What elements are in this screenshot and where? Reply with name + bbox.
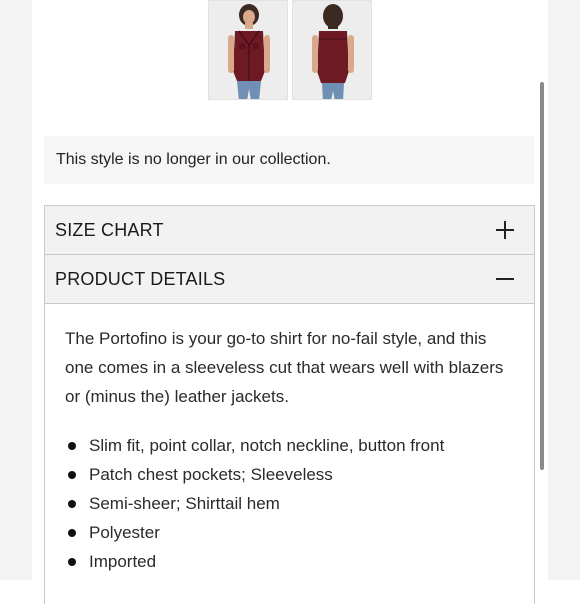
feature-item: Slim fit, point collar, notch neckline, … [65,431,514,460]
product-gallery [208,0,372,100]
product-thumbnail-front[interactable] [208,0,288,100]
scrollbar-thumb[interactable] [540,82,544,470]
bullet-icon [68,442,76,450]
bullet-icon [68,500,76,508]
product-thumbnail-back[interactable] [292,0,372,100]
size-chart-label: SIZE CHART [55,219,164,240]
product-description: The Portofino is your go-to shirt for no… [65,329,504,406]
discontinued-notice: This style is no longer in our collectio… [44,136,534,184]
feature-item: Polyester [65,518,514,547]
model-front-view [209,1,287,99]
bullet-icon [68,471,76,479]
bullet-icon [68,558,76,566]
feature-item: Semi-sheer; Shirttail hem [65,489,514,518]
bullet-icon [68,529,76,537]
size-chart-toggle[interactable]: SIZE CHART [45,206,534,255]
minus-icon[interactable] [496,270,514,288]
feature-item: Patch chest pockets; Sleeveless [65,460,514,489]
product-details-panel: The Portofino is your go-to shirt for no… [45,304,534,604]
feature-item: Imported [65,547,514,576]
product-details-label: PRODUCT DETAILS [55,268,226,289]
plus-icon[interactable] [496,221,514,239]
model-back-view [293,1,371,99]
product-details-toggle[interactable]: PRODUCT DETAILS [45,255,534,304]
discontinued-notice-text: This style is no longer in our collectio… [56,151,331,168]
product-feature-list: Slim fit, point collar, notch neckline, … [65,431,514,576]
product-accordion: SIZE CHART PRODUCT DETAILS The Portofino… [44,205,535,604]
